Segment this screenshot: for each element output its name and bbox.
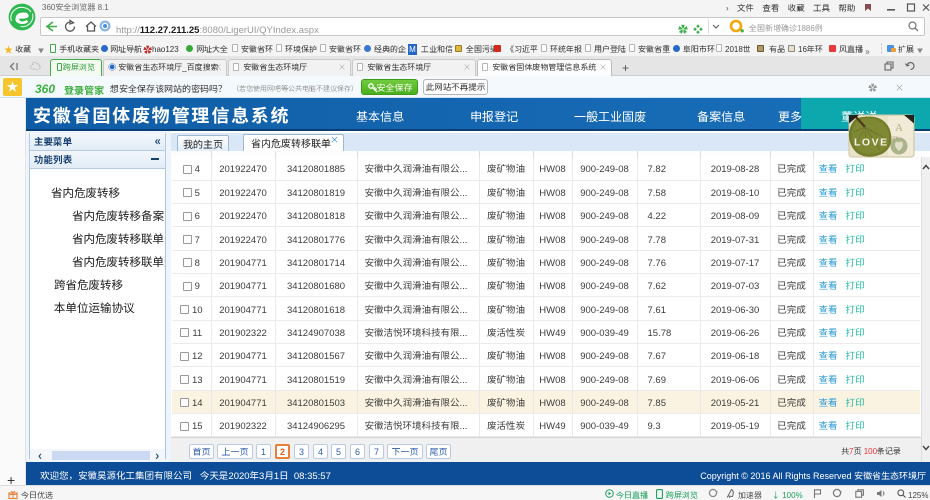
svg-text:A: A	[895, 122, 903, 134]
svg-text:LOVE: LOVE	[854, 137, 889, 149]
